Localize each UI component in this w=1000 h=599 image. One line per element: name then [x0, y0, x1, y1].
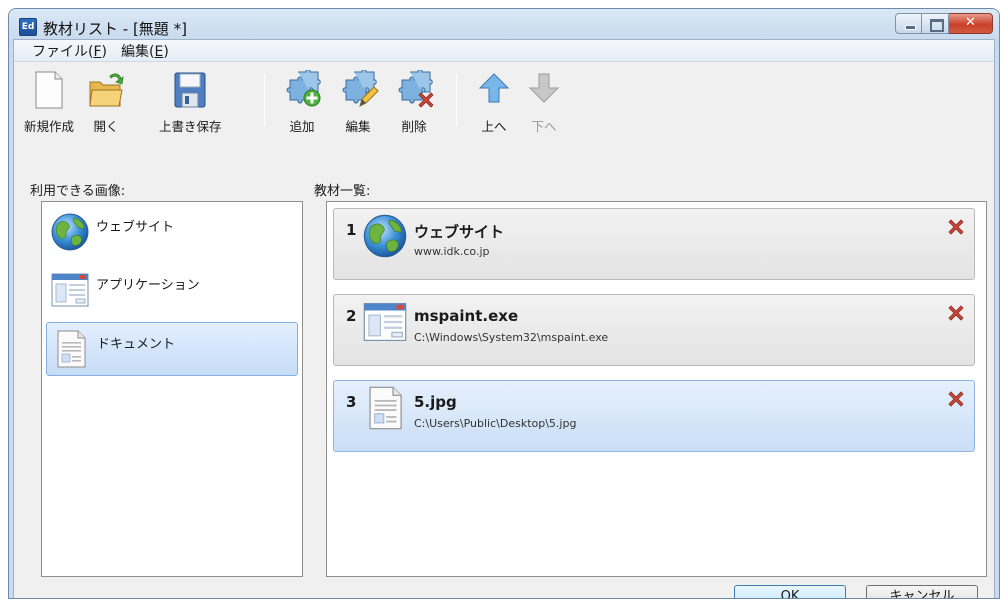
floppy-disk-icon [172, 70, 208, 110]
available-images-heading: 利用できる画像: [30, 184, 126, 199]
menu-edit-label: 編集( [121, 43, 155, 60]
delete-label: 削除 [401, 119, 427, 134]
available-item-application[interactable]: アプリケーション [46, 264, 298, 318]
material-name: ウェブサイト [414, 223, 505, 241]
menu-file-label: ファイル( [32, 43, 94, 60]
available-item-label: ドキュメント [97, 337, 176, 352]
client-area: ファイル(F) 編集(E) 新規作成 開く 上書き保存 追加 編集 削除 上へ … [13, 39, 995, 598]
close-button[interactable] [949, 13, 993, 34]
available-item-label: アプリケーション [96, 278, 200, 293]
move-up-button[interactable]: 上へ [476, 64, 512, 135]
material-number: 3 [346, 393, 357, 411]
toolbar: 新規作成 開く 上書き保存 追加 編集 削除 上へ 下へ [14, 64, 994, 162]
globe-icon [362, 213, 408, 259]
add-button[interactable]: 追加 [284, 64, 321, 135]
available-item-label: ウェブサイト [96, 220, 175, 235]
material-path: C:\Windows\System32\mspaint.exe [414, 331, 609, 344]
material-card[interactable]: 1 ウェブサイト www.idk.co.jp [333, 208, 975, 280]
add-label: 追加 [289, 119, 315, 134]
material-card[interactable]: 2 mspaint.exe C:\Windows\System32\mspain… [333, 294, 975, 366]
caption-buttons [895, 13, 993, 34]
material-number: 1 [346, 221, 357, 239]
delete-button[interactable]: 削除 [396, 64, 434, 135]
toolbar-separator [264, 74, 265, 126]
new-button[interactable]: 新規作成 [24, 64, 74, 135]
puzzle-add-icon [284, 70, 321, 110]
document-icon [51, 329, 91, 369]
app-icon: Ed [19, 18, 37, 36]
main-window: Ed 教材リスト - [無題 *] ファイル(F) 編集(E) 新規作成 [8, 8, 1000, 599]
maximize-button[interactable] [922, 13, 949, 34]
material-name: mspaint.exe [414, 307, 519, 325]
menu-bar: ファイル(F) 編集(E) [14, 40, 994, 62]
document-icon [362, 385, 408, 431]
window-title: 教材リスト - [無題 *] [43, 20, 187, 38]
remove-material-icon[interactable] [946, 303, 966, 323]
remove-material-icon[interactable] [946, 389, 966, 409]
menu-edit-mnemonic: E [154, 43, 164, 60]
arrow-down-icon [526, 70, 562, 110]
remove-material-icon[interactable] [946, 217, 966, 237]
material-number: 2 [346, 307, 357, 325]
open-label: 開く [93, 119, 119, 134]
move-up-label: 上へ [481, 119, 507, 134]
move-down-label: 下へ [531, 119, 557, 134]
material-path: www.idk.co.jp [414, 245, 490, 258]
available-images-list[interactable]: ウェブサイト アプリケーション ドキュメント [41, 201, 303, 577]
open-button[interactable]: 開く [88, 64, 124, 135]
menu-file-suffix: ) [101, 43, 107, 60]
app-window-icon [50, 270, 90, 310]
puzzle-edit-icon [340, 70, 379, 110]
materials-list-heading: 教材一覧: [314, 184, 371, 199]
open-folder-icon [88, 70, 124, 110]
menu-file-mnemonic: F [93, 43, 102, 60]
available-item-document[interactable]: ドキュメント [46, 322, 298, 376]
edit-label: 編集 [345, 119, 371, 134]
available-item-website[interactable]: ウェブサイト [46, 206, 298, 260]
puzzle-delete-icon [396, 70, 434, 110]
toolbar-separator [456, 74, 457, 126]
menu-edit-suffix: ) [163, 43, 169, 60]
menu-file[interactable]: ファイル(F) [32, 41, 107, 61]
materials-list[interactable]: 1 ウェブサイト www.idk.co.jp 2 mspaint.exe C:\… [326, 201, 987, 577]
new-file-icon [31, 70, 67, 110]
edit-button[interactable]: 編集 [340, 64, 379, 135]
app-window-icon [362, 299, 408, 345]
ok-button[interactable]: OK [734, 585, 846, 598]
material-path: C:\Users\Public\Desktop\5.jpg [414, 417, 577, 430]
save-button[interactable]: 上書き保存 [159, 64, 222, 135]
save-label: 上書き保存 [159, 119, 222, 134]
globe-icon [50, 212, 90, 252]
arrow-up-icon [476, 70, 512, 110]
material-name: 5.jpg [414, 393, 457, 411]
move-down-button[interactable]: 下へ [526, 64, 562, 135]
cancel-button[interactable]: キャンセル [866, 585, 978, 598]
menu-edit[interactable]: 編集(E) [121, 41, 169, 61]
material-card[interactable]: 3 5.jpg C:\Users\Public\Desktop\5.jpg [333, 380, 975, 452]
minimize-button[interactable] [895, 13, 922, 34]
new-label: 新規作成 [24, 119, 75, 134]
